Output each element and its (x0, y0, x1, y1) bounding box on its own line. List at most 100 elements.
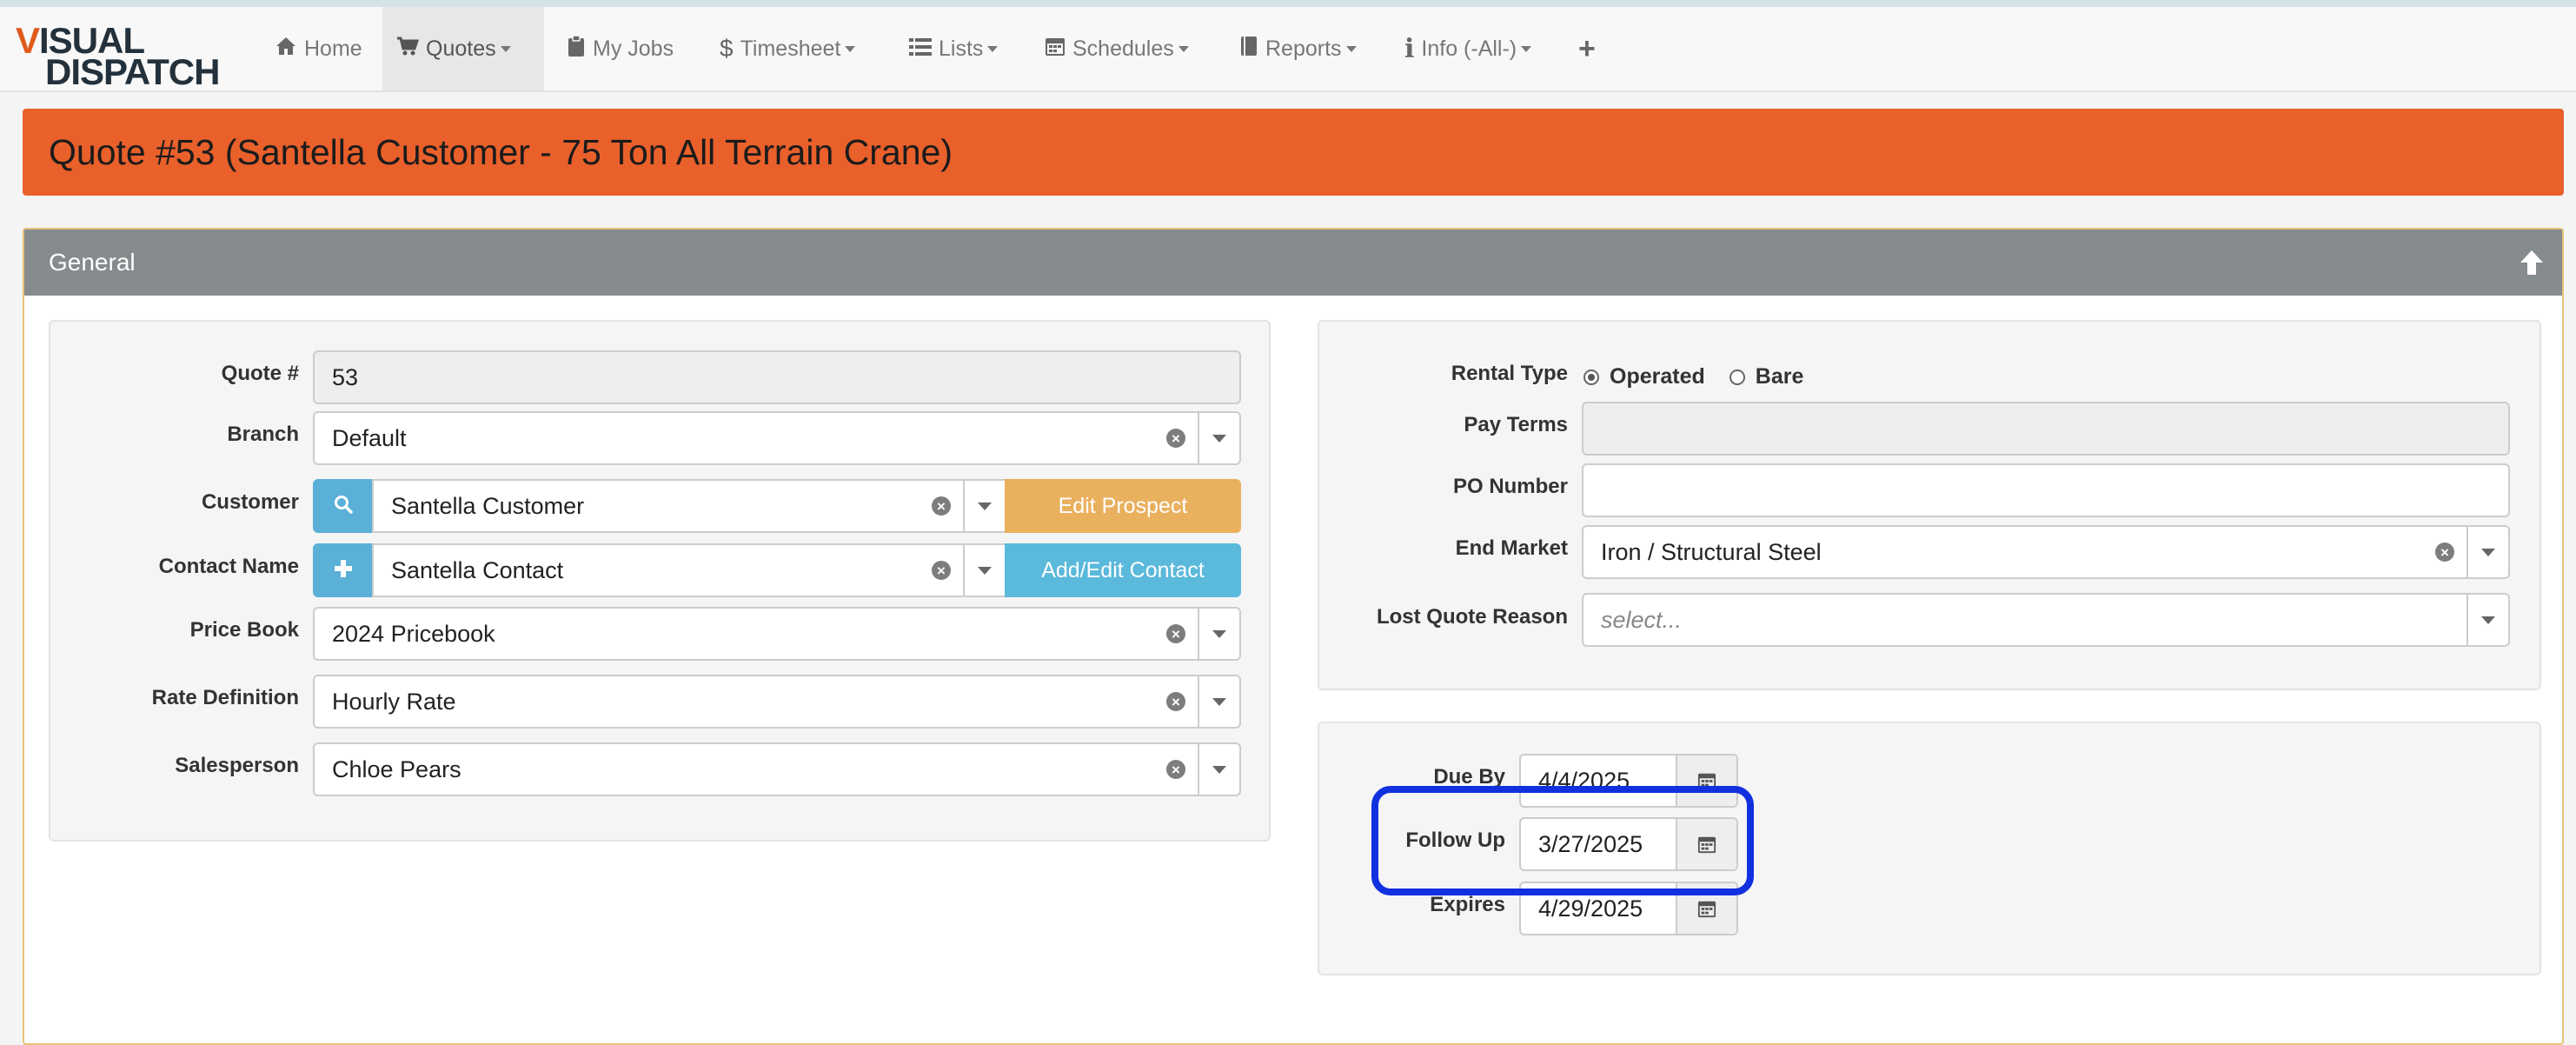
quote-number-field: 53 (313, 350, 1241, 404)
clear-icon[interactable]: × (1166, 760, 1185, 779)
top-strip (0, 0, 2576, 7)
chevron-down-icon[interactable] (1198, 744, 1239, 795)
rental-operated-radio[interactable] (1583, 369, 1599, 385)
rental-type-label: Rental Type (1451, 362, 1568, 385)
nav-reports-label: Reports (1265, 36, 1342, 61)
expires-input[interactable]: 4/29/2025 (1519, 882, 1738, 935)
chevron-down-icon[interactable] (2466, 595, 2508, 645)
nav-timesheet-label: Timesheet (740, 36, 841, 61)
logo-v: V (16, 20, 40, 61)
rate-definition-value: Hourly Rate (332, 688, 456, 715)
nav-my-jobs-label: My Jobs (593, 36, 674, 61)
end-market-select[interactable]: Iron / Structural Steel × (1582, 525, 2510, 579)
price-book-label: Price Book (189, 618, 299, 642)
salesperson-select[interactable]: Chloe Pears × (313, 742, 1241, 796)
due-by-label: Due By (1433, 765, 1505, 789)
home-icon (275, 36, 297, 63)
arrow-up-icon[interactable] (2519, 249, 2545, 276)
list-icon (909, 36, 932, 63)
rental-bare-radio[interactable] (1729, 369, 1745, 385)
navbar: VISUAL DISPATCH Home Quotes My Jobs $ Ti… (0, 7, 2576, 92)
chevron-down-icon[interactable] (1198, 676, 1239, 727)
price-book-select[interactable]: 2024 Pricebook × (313, 607, 1241, 661)
chevron-down-icon (1521, 45, 1532, 52)
visual-dispatch-logo[interactable]: VISUAL DISPATCH (16, 17, 242, 92)
end-market-value: Iron / Structural Steel (1601, 538, 1822, 565)
nav-lists[interactable]: Lists (895, 7, 1012, 90)
clear-icon[interactable]: × (1166, 624, 1185, 643)
customer-search-button[interactable] (313, 479, 374, 533)
rental-operated-label: Operated (1610, 364, 1705, 389)
logo-line2: DISPATCH (45, 51, 220, 92)
add-button[interactable]: + (1564, 7, 1610, 90)
branch-label: Branch (227, 423, 299, 446)
contact-select[interactable]: Santella Contact × (372, 543, 1006, 597)
nav-timesheet[interactable]: $ Timesheet (706, 7, 869, 90)
quote-number-value: 53 (332, 363, 359, 390)
customer-select[interactable]: Santella Customer × (372, 479, 1006, 533)
customer-value: Santella Customer (391, 492, 585, 519)
contact-value: Santella Contact (391, 556, 564, 583)
chevron-down-icon[interactable] (2466, 527, 2508, 577)
expires-label: Expires (1430, 893, 1505, 916)
lost-quote-reason-select[interactable]: select... (1582, 593, 2510, 647)
rental-bare-label: Bare (1755, 364, 1804, 389)
calendar-icon[interactable] (1676, 883, 1736, 934)
end-market-label: End Market (1455, 536, 1568, 560)
chevron-down-icon[interactable] (963, 481, 1005, 531)
expires-value: 4/29/2025 (1538, 895, 1643, 922)
rate-definition-label: Rate Definition (151, 686, 299, 709)
lost-quote-reason-placeholder: select... (1601, 606, 1683, 633)
nav-info[interactable]: i Info (-All-) (1391, 7, 1545, 90)
nav-info-label: Info (-All-) (1421, 36, 1517, 61)
nav-reports[interactable]: Reports (1225, 7, 1371, 90)
salesperson-label: Salesperson (175, 754, 299, 777)
follow-up-label: Follow Up (1405, 829, 1505, 852)
po-number-label: PO Number (1452, 475, 1568, 498)
customer-label: Customer (201, 490, 299, 514)
clipboard-icon (567, 34, 586, 63)
quote-number-label: Quote # (221, 362, 299, 385)
edit-prospect-button[interactable]: Edit Prospect (1005, 479, 1241, 533)
chevron-down-icon (987, 45, 999, 52)
po-number-input[interactable] (1582, 463, 2510, 517)
nav-schedules[interactable]: Schedules (1031, 7, 1203, 90)
panel-title: General (49, 249, 136, 276)
page-title: Quote #53 (Santella Customer - 75 Ton Al… (49, 131, 953, 172)
chevron-down-icon[interactable] (1198, 413, 1239, 463)
contact-name-label: Contact Name (158, 555, 299, 578)
calendar-icon[interactable] (1676, 819, 1736, 869)
search-icon (333, 494, 354, 519)
dollar-icon: $ (720, 35, 734, 62)
nav-my-jobs[interactable]: My Jobs (553, 7, 687, 90)
pay-terms-label: Pay Terms (1464, 413, 1568, 436)
chevron-down-icon[interactable] (1198, 609, 1239, 659)
due-by-input[interactable]: 4/4/2025 (1519, 754, 1738, 808)
chevron-down-icon[interactable] (963, 545, 1005, 596)
nav-schedules-label: Schedules (1072, 36, 1174, 61)
clear-icon[interactable]: × (1166, 692, 1185, 711)
nav-home[interactable]: Home (261, 7, 376, 90)
chevron-down-icon (845, 45, 856, 52)
due-by-value: 4/4/2025 (1538, 767, 1630, 794)
nav-quotes[interactable]: Quotes (382, 7, 544, 90)
add-edit-contact-button[interactable]: Add/Edit Contact (1005, 543, 1241, 597)
clear-icon[interactable]: × (1166, 429, 1185, 448)
branch-select[interactable]: Default × (313, 411, 1241, 465)
plus-icon (334, 559, 353, 582)
panel-header[interactable]: General (24, 230, 2562, 296)
chevron-down-icon (500, 45, 511, 52)
clear-icon[interactable]: × (932, 496, 951, 516)
lost-quote-reason-label: Lost Quote Reason (1376, 605, 1568, 629)
follow-up-input[interactable]: 3/27/2025 (1519, 817, 1738, 871)
clear-icon[interactable]: × (2435, 542, 2454, 562)
price-book-value: 2024 Pricebook (332, 620, 495, 647)
info-icon: i (1404, 33, 1415, 64)
rate-definition-select[interactable]: Hourly Rate × (313, 675, 1241, 729)
clear-icon[interactable]: × (932, 561, 951, 580)
add-contact-plus-button[interactable] (313, 543, 374, 597)
follow-up-value: 3/27/2025 (1538, 830, 1643, 857)
calendar-icon[interactable] (1676, 755, 1736, 806)
rental-type-radio-group: Operated Bare (1583, 364, 1803, 389)
pay-terms-field (1582, 402, 2510, 456)
